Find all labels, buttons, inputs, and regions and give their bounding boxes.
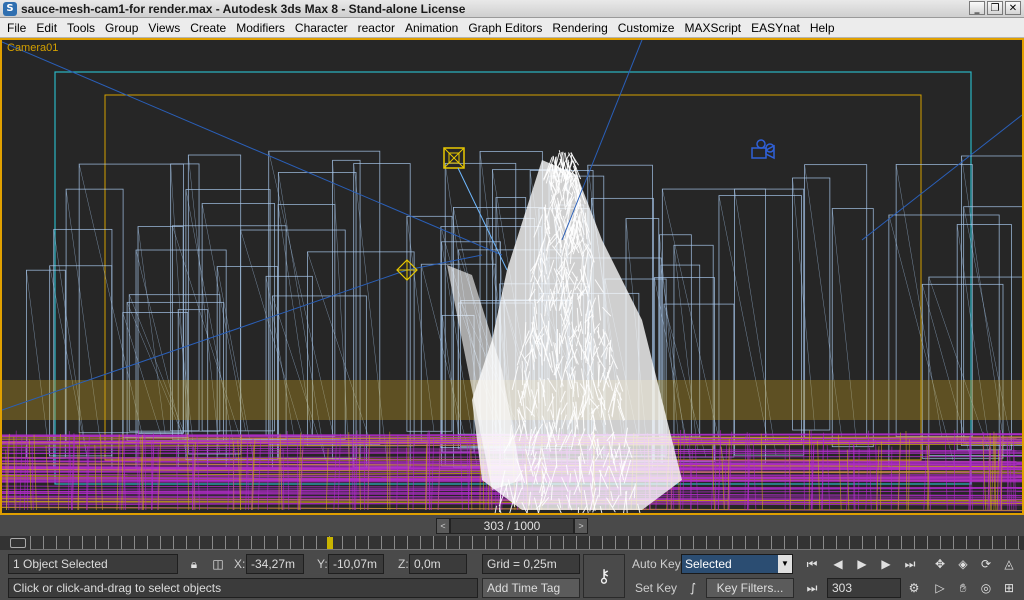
- auto-key-button[interactable]: Auto Key: [632, 554, 681, 574]
- camera-ray: [561, 40, 643, 241]
- building-outline: [661, 188, 766, 464]
- ground-line: [206, 448, 209, 511]
- building-outline: [25, 269, 66, 459]
- viewport-label[interactable]: Camera01: [7, 42, 58, 54]
- time-slider-prev-button[interactable]: <: [436, 518, 450, 534]
- building-edge: [353, 163, 388, 468]
- title-bar: S sauce-mesh-cam1-for render.max - Autod…: [0, 0, 1024, 18]
- menu-create[interactable]: Create: [185, 18, 231, 38]
- orbit-camera-icon[interactable]: ◎: [975, 578, 997, 598]
- building-outline: [49, 265, 113, 457]
- time-slider-next-button[interactable]: >: [574, 518, 588, 534]
- menu-bar: File Edit Tools Group Views Create Modif…: [0, 18, 1024, 38]
- menu-animation[interactable]: Animation: [400, 18, 463, 38]
- camera-ray: [861, 114, 1022, 241]
- next-frame-icon[interactable]: ▶︎: [875, 554, 897, 574]
- x-coordinate-field[interactable]: -34,27m: [246, 554, 304, 574]
- building-outline: [888, 214, 1000, 469]
- camera-viewport[interactable]: Camera01: [0, 38, 1024, 515]
- y-coordinate-field[interactable]: -10,07m: [328, 554, 384, 574]
- menu-group[interactable]: Group: [100, 18, 143, 38]
- menu-customize[interactable]: Customize: [613, 18, 680, 38]
- menu-tools[interactable]: Tools: [62, 18, 100, 38]
- menu-modifiers[interactable]: Modifiers: [231, 18, 290, 38]
- bottom-panel: < 303 / 1000 > 1 Object Selected 🔒︎ ◫ X:…: [0, 515, 1024, 600]
- current-frame-marker[interactable]: [326, 537, 333, 549]
- close-button[interactable]: ✕: [1005, 1, 1021, 15]
- menu-easynat[interactable]: EASYnat: [746, 18, 805, 38]
- menu-graph-editors[interactable]: Graph Editors: [463, 18, 547, 38]
- key-mode-dropdown[interactable]: Selected ▼: [681, 554, 793, 574]
- track-bar[interactable]: [0, 536, 1024, 550]
- track-ticks[interactable]: [30, 536, 1020, 550]
- set-key-button[interactable]: Set Key: [635, 578, 677, 598]
- set-key-icon[interactable]: ⚷: [583, 554, 625, 598]
- maximize-viewport-icon[interactable]: ⊞: [998, 578, 1020, 598]
- add-time-tag-button[interactable]: Add Time Tag: [482, 578, 580, 598]
- menu-rendering[interactable]: Rendering: [547, 18, 612, 38]
- status-bar: 1 Object Selected 🔒︎ ◫ X: -34,27m Y: -10…: [0, 552, 1024, 600]
- building-outline: [353, 163, 411, 468]
- viewport-scene[interactable]: [2, 40, 1022, 513]
- selection-count: 1 Object Selected: [8, 554, 178, 574]
- window-title: sauce-mesh-cam1-for render.max - Autodes…: [21, 1, 466, 16]
- grid-size: Grid = 0,25m: [482, 554, 580, 574]
- building-edge: [662, 189, 725, 464]
- sauce-mesh-wireframe: [447, 150, 682, 513]
- menu-views[interactable]: Views: [143, 18, 185, 38]
- time-slider-thumb[interactable]: 303 / 1000: [450, 518, 574, 534]
- z-coordinate-field[interactable]: 0,0m: [409, 554, 467, 574]
- truck-camera-icon[interactable]: ▷: [929, 578, 951, 598]
- absolute-mode-icon[interactable]: ◫: [207, 554, 229, 574]
- previous-frame-icon[interactable]: ◀︎: [827, 554, 849, 574]
- current-frame-field[interactable]: 303: [827, 578, 901, 598]
- building-edge: [928, 276, 991, 456]
- dolly-camera-icon[interactable]: ✥: [929, 554, 951, 574]
- camera-ray: [2, 41, 503, 256]
- menu-character[interactable]: Character: [290, 18, 353, 38]
- window-controls: _ ❐ ✕: [969, 1, 1021, 15]
- building-edge: [26, 270, 50, 458]
- time-slider[interactable]: < 303 / 1000 >: [0, 517, 1024, 535]
- ground-line: [2, 506, 1022, 511]
- key-filters-button[interactable]: Key Filters...: [706, 578, 794, 598]
- menu-edit[interactable]: Edit: [31, 18, 62, 38]
- field-of-view-icon[interactable]: ◬: [998, 554, 1020, 574]
- app-icon[interactable]: S: [3, 1, 17, 16]
- pan-hand-icon[interactable]: ✋︎: [952, 578, 974, 598]
- chevron-down-icon[interactable]: ▼: [778, 555, 792, 573]
- minimize-button[interactable]: _: [969, 1, 985, 15]
- go-to-start-icon[interactable]: ⏮: [801, 554, 823, 574]
- building-outline: [928, 276, 1022, 457]
- camera-icon: [751, 139, 775, 160]
- building-outline: [921, 283, 1004, 459]
- light-direction: [457, 167, 508, 271]
- perspective-icon[interactable]: ◈: [952, 554, 974, 574]
- roll-camera-icon[interactable]: ⟳: [975, 554, 997, 574]
- y-label: Y:: [317, 557, 328, 571]
- restore-button[interactable]: ❐: [987, 1, 1003, 15]
- go-to-end-icon[interactable]: ⏭: [899, 554, 921, 574]
- camera-ray: [406, 254, 483, 271]
- menu-reactor[interactable]: reactor: [353, 18, 400, 38]
- mini-curve-editor-icon[interactable]: [10, 538, 26, 548]
- menu-maxscript[interactable]: MAXScript: [679, 18, 746, 38]
- prompt-line: Click or click-and-drag to select object…: [8, 578, 478, 598]
- time-configuration-icon[interactable]: ⚙: [903, 578, 925, 598]
- key-mode-toggle-icon[interactable]: ⏭: [801, 578, 823, 598]
- ground-line: [396, 434, 399, 511]
- key-tangents-icon[interactable]: ∫: [682, 578, 704, 598]
- selection-lock-icon[interactable]: 🔒︎: [183, 554, 205, 574]
- menu-file[interactable]: File: [2, 18, 31, 38]
- menu-help[interactable]: Help: [805, 18, 840, 38]
- key-mode-value: Selected: [685, 557, 732, 571]
- x-label: X:: [234, 557, 246, 571]
- z-label: Z:: [398, 557, 409, 571]
- ground-line: [407, 435, 409, 511]
- play-icon[interactable]: ▶︎: [851, 554, 873, 574]
